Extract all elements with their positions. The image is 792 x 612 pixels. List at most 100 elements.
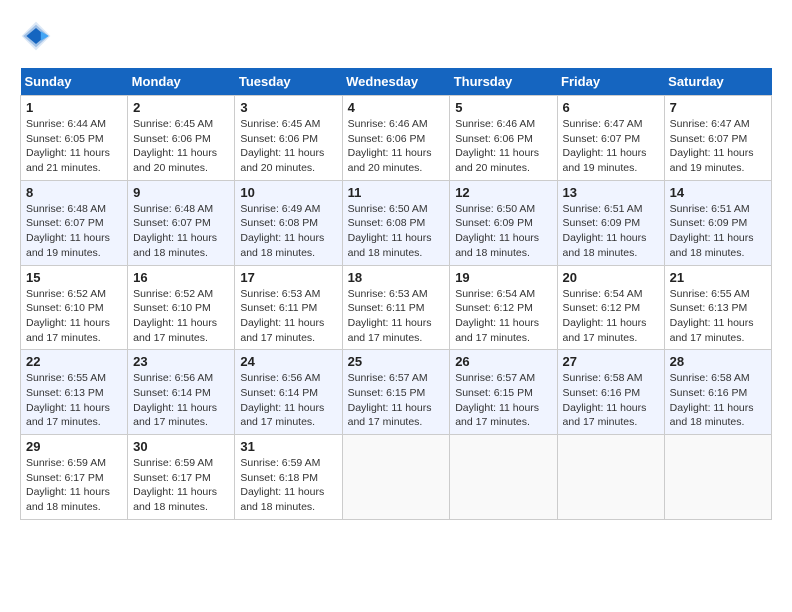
calendar-cell: 14 Sunrise: 6:51 AM Sunset: 6:09 PM Dayli… — [664, 180, 771, 265]
day-info: Sunrise: 6:57 AM Sunset: 6:15 PM Dayligh… — [455, 371, 551, 430]
day-number: 18 — [348, 270, 445, 285]
calendar-cell: 24 Sunrise: 6:56 AM Sunset: 6:14 PM Dayli… — [235, 350, 342, 435]
day-number: 7 — [670, 100, 766, 115]
logo-icon — [20, 20, 52, 52]
day-number: 15 — [26, 270, 122, 285]
weekday-header-saturday: Saturday — [664, 68, 771, 96]
calendar-cell: 4 Sunrise: 6:46 AM Sunset: 6:06 PM Daylig… — [342, 96, 450, 181]
day-info: Sunrise: 6:47 AM Sunset: 6:07 PM Dayligh… — [563, 117, 659, 176]
calendar-week-row: 22 Sunrise: 6:55 AM Sunset: 6:13 PM Dayli… — [21, 350, 772, 435]
day-number: 6 — [563, 100, 659, 115]
day-info: Sunrise: 6:52 AM Sunset: 6:10 PM Dayligh… — [133, 287, 229, 346]
calendar-cell: 19 Sunrise: 6:54 AM Sunset: 6:12 PM Dayli… — [450, 265, 557, 350]
calendar-header-row: SundayMondayTuesdayWednesdayThursdayFrid… — [21, 68, 772, 96]
day-info: Sunrise: 6:46 AM Sunset: 6:06 PM Dayligh… — [348, 117, 445, 176]
day-number: 3 — [240, 100, 336, 115]
calendar-cell — [342, 435, 450, 520]
day-info: Sunrise: 6:49 AM Sunset: 6:08 PM Dayligh… — [240, 202, 336, 261]
day-number: 20 — [563, 270, 659, 285]
day-info: Sunrise: 6:55 AM Sunset: 6:13 PM Dayligh… — [26, 371, 122, 430]
weekday-header-monday: Monday — [128, 68, 235, 96]
day-info: Sunrise: 6:52 AM Sunset: 6:10 PM Dayligh… — [26, 287, 122, 346]
day-info: Sunrise: 6:48 AM Sunset: 6:07 PM Dayligh… — [133, 202, 229, 261]
calendar-cell: 11 Sunrise: 6:50 AM Sunset: 6:08 PM Dayli… — [342, 180, 450, 265]
day-info: Sunrise: 6:55 AM Sunset: 6:13 PM Dayligh… — [670, 287, 766, 346]
calendar-cell: 28 Sunrise: 6:58 AM Sunset: 6:16 PM Dayli… — [664, 350, 771, 435]
day-number: 8 — [26, 185, 122, 200]
day-info: Sunrise: 6:50 AM Sunset: 6:09 PM Dayligh… — [455, 202, 551, 261]
day-number: 31 — [240, 439, 336, 454]
calendar-cell: 22 Sunrise: 6:55 AM Sunset: 6:13 PM Dayli… — [21, 350, 128, 435]
calendar-cell: 12 Sunrise: 6:50 AM Sunset: 6:09 PM Dayli… — [450, 180, 557, 265]
calendar-cell — [557, 435, 664, 520]
calendar-cell: 17 Sunrise: 6:53 AM Sunset: 6:11 PM Dayli… — [235, 265, 342, 350]
day-info: Sunrise: 6:44 AM Sunset: 6:05 PM Dayligh… — [26, 117, 122, 176]
day-number: 11 — [348, 185, 445, 200]
day-info: Sunrise: 6:47 AM Sunset: 6:07 PM Dayligh… — [670, 117, 766, 176]
day-info: Sunrise: 6:59 AM Sunset: 6:18 PM Dayligh… — [240, 456, 336, 515]
page-header — [20, 20, 772, 52]
day-number: 19 — [455, 270, 551, 285]
day-number: 24 — [240, 354, 336, 369]
day-number: 23 — [133, 354, 229, 369]
day-info: Sunrise: 6:53 AM Sunset: 6:11 PM Dayligh… — [240, 287, 336, 346]
day-info: Sunrise: 6:51 AM Sunset: 6:09 PM Dayligh… — [670, 202, 766, 261]
calendar-week-row: 29 Sunrise: 6:59 AM Sunset: 6:17 PM Dayli… — [21, 435, 772, 520]
calendar-cell: 29 Sunrise: 6:59 AM Sunset: 6:17 PM Dayli… — [21, 435, 128, 520]
calendar-cell — [450, 435, 557, 520]
calendar-cell: 5 Sunrise: 6:46 AM Sunset: 6:06 PM Daylig… — [450, 96, 557, 181]
calendar-cell: 20 Sunrise: 6:54 AM Sunset: 6:12 PM Dayli… — [557, 265, 664, 350]
calendar-week-row: 1 Sunrise: 6:44 AM Sunset: 6:05 PM Daylig… — [21, 96, 772, 181]
calendar-cell: 15 Sunrise: 6:52 AM Sunset: 6:10 PM Dayli… — [21, 265, 128, 350]
weekday-header-friday: Friday — [557, 68, 664, 96]
calendar-cell: 30 Sunrise: 6:59 AM Sunset: 6:17 PM Dayli… — [128, 435, 235, 520]
day-number: 13 — [563, 185, 659, 200]
day-number: 4 — [348, 100, 445, 115]
day-info: Sunrise: 6:51 AM Sunset: 6:09 PM Dayligh… — [563, 202, 659, 261]
day-info: Sunrise: 6:56 AM Sunset: 6:14 PM Dayligh… — [240, 371, 336, 430]
day-number: 14 — [670, 185, 766, 200]
calendar-cell: 23Sunrise: 6:56 AM Sunset: 6:14 PM Dayli… — [128, 350, 235, 435]
day-number: 29 — [26, 439, 122, 454]
calendar-cell: 16 Sunrise: 6:52 AM Sunset: 6:10 PM Dayli… — [128, 265, 235, 350]
calendar-cell: 18 Sunrise: 6:53 AM Sunset: 6:11 PM Dayli… — [342, 265, 450, 350]
calendar-cell: 10Sunrise: 6:49 AM Sunset: 6:08 PM Dayli… — [235, 180, 342, 265]
day-number: 2 — [133, 100, 229, 115]
calendar-cell: 3Sunrise: 6:45 AM Sunset: 6:06 PM Daylig… — [235, 96, 342, 181]
day-info: Sunrise: 6:54 AM Sunset: 6:12 PM Dayligh… — [455, 287, 551, 346]
weekday-header-thursday: Thursday — [450, 68, 557, 96]
day-info: Sunrise: 6:50 AM Sunset: 6:08 PM Dayligh… — [348, 202, 445, 261]
calendar-cell: 26Sunrise: 6:57 AM Sunset: 6:15 PM Dayli… — [450, 350, 557, 435]
day-number: 5 — [455, 100, 551, 115]
day-info: Sunrise: 6:59 AM Sunset: 6:17 PM Dayligh… — [26, 456, 122, 515]
day-number: 30 — [133, 439, 229, 454]
day-info: Sunrise: 6:58 AM Sunset: 6:16 PM Dayligh… — [670, 371, 766, 430]
day-number: 22 — [26, 354, 122, 369]
weekday-header-sunday: Sunday — [21, 68, 128, 96]
calendar-cell: 21 Sunrise: 6:55 AM Sunset: 6:13 PM Dayli… — [664, 265, 771, 350]
day-info: Sunrise: 6:58 AM Sunset: 6:16 PM Dayligh… — [563, 371, 659, 430]
day-number: 12 — [455, 185, 551, 200]
day-info: Sunrise: 6:59 AM Sunset: 6:17 PM Dayligh… — [133, 456, 229, 515]
day-number: 17 — [240, 270, 336, 285]
calendar-cell: 2 Sunrise: 6:45 AM Sunset: 6:06 PM Daylig… — [128, 96, 235, 181]
day-number: 16 — [133, 270, 229, 285]
day-number: 1 — [26, 100, 122, 115]
calendar-cell: 31 Sunrise: 6:59 AM Sunset: 6:18 PM Dayli… — [235, 435, 342, 520]
calendar-week-row: 8 Sunrise: 6:48 AM Sunset: 6:07 PM Daylig… — [21, 180, 772, 265]
day-number: 25 — [348, 354, 445, 369]
calendar-cell: 27 Sunrise: 6:58 AM Sunset: 6:16 PM Dayli… — [557, 350, 664, 435]
day-number: 27 — [563, 354, 659, 369]
calendar-cell — [664, 435, 771, 520]
day-info: Sunrise: 6:48 AM Sunset: 6:07 PM Dayligh… — [26, 202, 122, 261]
day-info: Sunrise: 6:46 AM Sunset: 6:06 PM Dayligh… — [455, 117, 551, 176]
weekday-header-wednesday: Wednesday — [342, 68, 450, 96]
calendar-cell: 8 Sunrise: 6:48 AM Sunset: 6:07 PM Daylig… — [21, 180, 128, 265]
day-info: Sunrise: 6:57 AM Sunset: 6:15 PM Dayligh… — [348, 371, 445, 430]
day-info: Sunrise: 6:45 AM Sunset: 6:06 PM Dayligh… — [133, 117, 229, 176]
day-info: Sunrise: 6:54 AM Sunset: 6:12 PM Dayligh… — [563, 287, 659, 346]
day-number: 21 — [670, 270, 766, 285]
day-number: 28 — [670, 354, 766, 369]
day-info: Sunrise: 6:53 AM Sunset: 6:11 PM Dayligh… — [348, 287, 445, 346]
weekday-header-tuesday: Tuesday — [235, 68, 342, 96]
